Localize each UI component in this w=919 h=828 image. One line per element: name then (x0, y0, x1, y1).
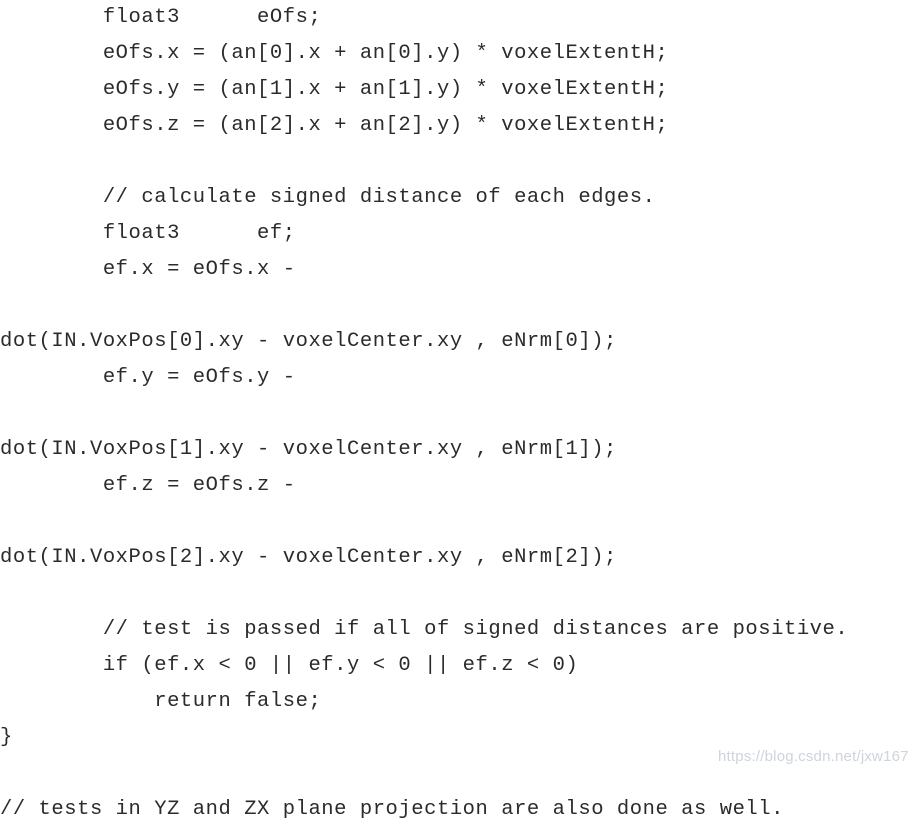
code-line: // test is passed if all of signed dista… (0, 618, 849, 641)
code-line: dot(IN.VoxPos[0].xy - voxelCenter.xy , e… (0, 330, 617, 353)
code-line: float3 eOfs; (0, 6, 322, 29)
code-line: dot(IN.VoxPos[1].xy - voxelCenter.xy , e… (0, 438, 617, 461)
code-line: dot(IN.VoxPos[2].xy - voxelCenter.xy , e… (0, 546, 617, 569)
code-line: ef.x = eOfs.x - (0, 258, 296, 281)
code-line: } (0, 726, 13, 749)
code-line: ef.z = eOfs.z - (0, 474, 296, 497)
code-line: return false; (0, 690, 322, 713)
code-line: float3 ef; (0, 222, 296, 245)
code-line: eOfs.z = (an[2].x + an[2].y) * voxelExte… (0, 114, 669, 137)
code-line: // tests in YZ and ZX plane projection a… (0, 798, 784, 821)
code-line: eOfs.y = (an[1].x + an[1].y) * voxelExte… (0, 78, 669, 101)
code-block: float3 eOfs; eOfs.x = (an[0].x + an[0].y… (0, 0, 919, 828)
code-line: eOfs.x = (an[0].x + an[0].y) * voxelExte… (0, 42, 669, 65)
code-line: // calculate signed distance of each edg… (0, 186, 656, 209)
code-line: if (ef.x < 0 || ef.y < 0 || ef.z < 0) (0, 654, 579, 677)
code-line: ef.y = eOfs.y - (0, 366, 296, 389)
